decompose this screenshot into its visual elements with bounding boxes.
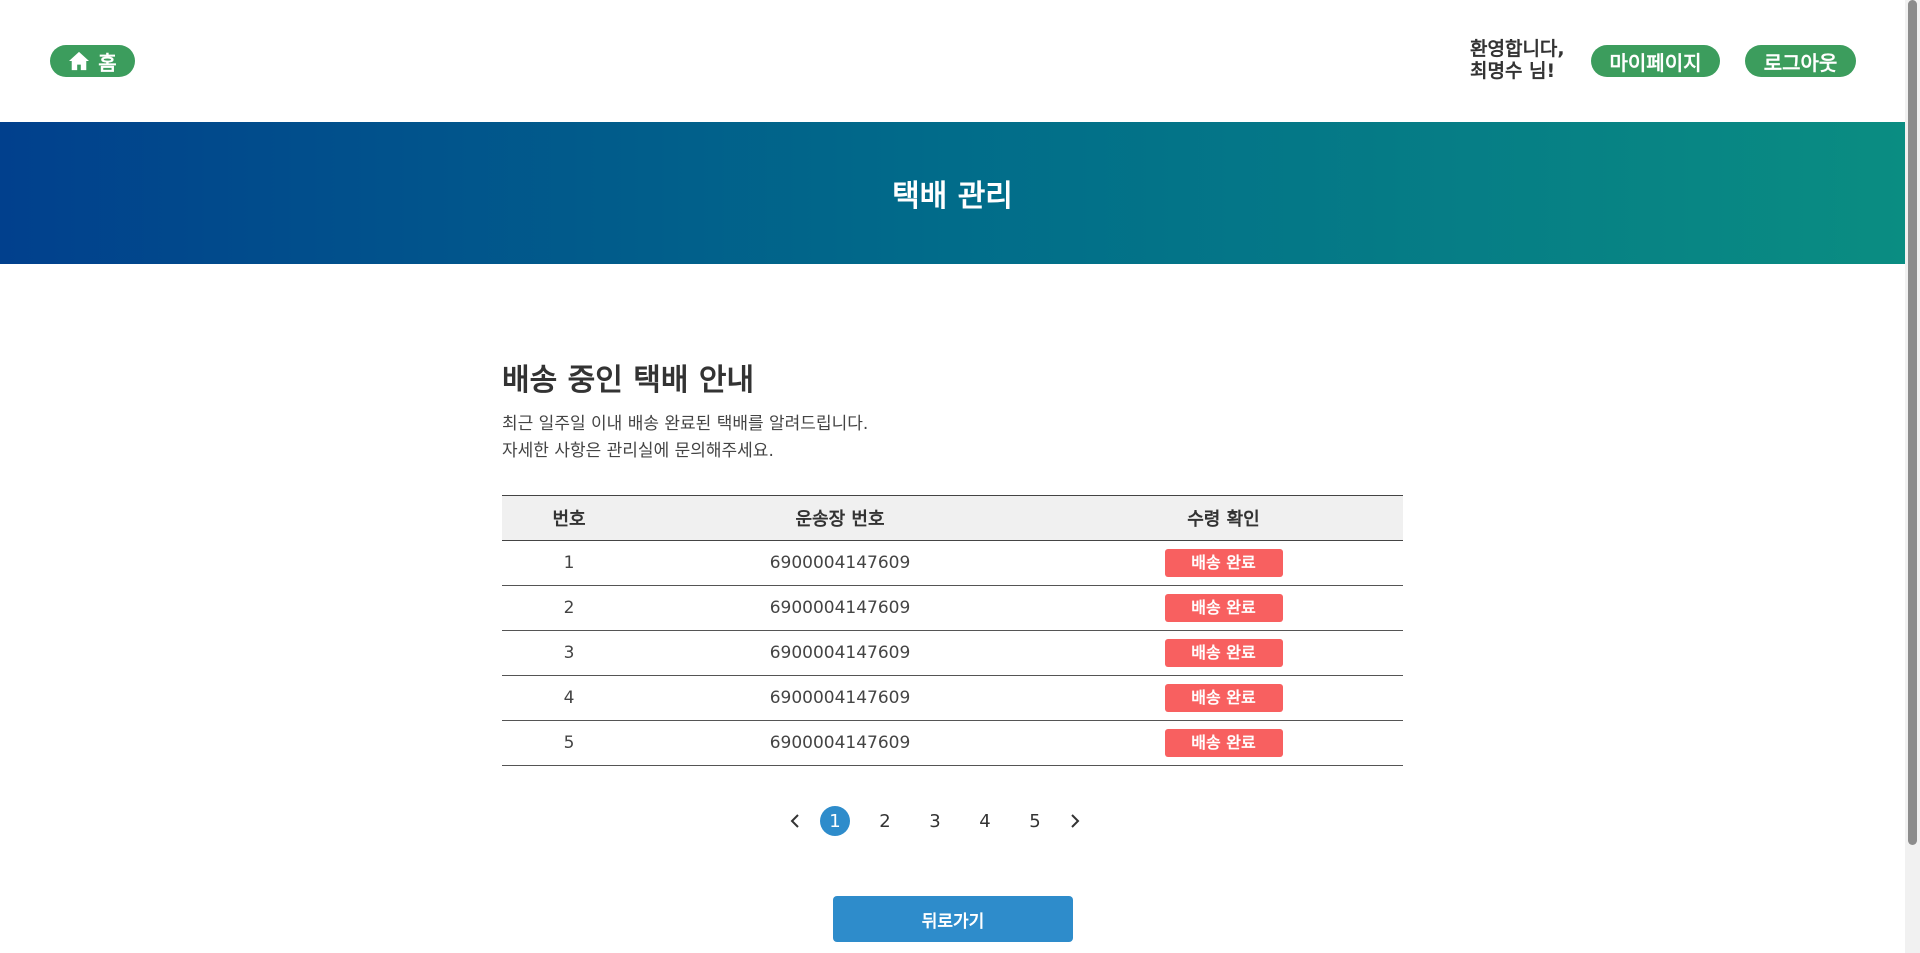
- home-label: 홈: [98, 50, 117, 75]
- welcome-line1: 환영합니다,: [1470, 38, 1565, 60]
- row-tracking: 6900004147609: [636, 675, 1044, 721]
- header-tracking: 운송장 번호: [795, 509, 885, 530]
- status-badge[interactable]: 배송 완료: [1164, 639, 1283, 667]
- scrollbar[interactable]: [1905, 0, 1920, 953]
- parcel-table: 번호 운송장 번호 수령 확인 1 6900004147609 배송 완료 2 …: [502, 495, 1403, 766]
- row-number: 5: [502, 720, 636, 766]
- pagination: 1 2 3 4 5: [780, 805, 1090, 837]
- page-title: 택배 관리: [892, 179, 1013, 214]
- scrollbar-thumb[interactable]: [1908, 0, 1917, 845]
- table-row: 1 6900004147609 배송 완료: [502, 540, 1403, 586]
- logout-button[interactable]: 로그아웃: [1745, 45, 1856, 77]
- page-4-button[interactable]: 4: [970, 806, 1000, 836]
- home-icon: [69, 51, 90, 71]
- row-tracking: 6900004147609: [636, 540, 1044, 586]
- row-tracking: 6900004147609: [636, 630, 1044, 676]
- table-row: 5 6900004147609 배송 완료: [502, 720, 1403, 766]
- table-row: 2 6900004147609 배송 완료: [502, 585, 1403, 631]
- table-row: 4 6900004147609 배송 완료: [502, 675, 1403, 721]
- page-5-button[interactable]: 5: [1020, 806, 1050, 836]
- row-number: 2: [502, 585, 636, 631]
- mypage-button[interactable]: 마이페이지: [1591, 45, 1720, 77]
- status-badge[interactable]: 배송 완료: [1164, 729, 1283, 757]
- row-tracking: 6900004147609: [636, 720, 1044, 766]
- table-header-row: 번호 운송장 번호 수령 확인: [502, 495, 1403, 541]
- page-banner: 택배 관리: [0, 122, 1905, 264]
- welcome-message: 환영합니다, 최명수 님!: [1470, 38, 1565, 82]
- chevron-right-icon: [1071, 814, 1080, 828]
- status-badge[interactable]: 배송 완료: [1164, 549, 1283, 577]
- top-bar: 홈 환영합니다, 최명수 님! 마이페이지 로그아웃: [0, 0, 1905, 122]
- home-button[interactable]: 홈: [50, 45, 135, 77]
- row-number: 4: [502, 675, 636, 721]
- row-tracking: 6900004147609: [636, 585, 1044, 631]
- description-line1: 최근 일주일 이내 배송 완료된 택배를 알려드립니다.: [502, 414, 869, 434]
- header-number: 번호: [552, 509, 586, 530]
- description-line2: 자세한 사항은 관리실에 문의해주세요.: [502, 441, 774, 461]
- welcome-line2: 최명수 님!: [1470, 60, 1556, 82]
- table-row: 3 6900004147609 배송 완료: [502, 630, 1403, 676]
- page-2-button[interactable]: 2: [870, 806, 900, 836]
- section-title: 배송 중인 택배 안내: [502, 363, 755, 398]
- status-badge[interactable]: 배송 완료: [1164, 594, 1283, 622]
- page-1-button[interactable]: 1: [820, 806, 850, 836]
- header-receipt: 수령 확인: [1187, 509, 1260, 530]
- status-badge[interactable]: 배송 완료: [1164, 684, 1283, 712]
- row-number: 1: [502, 540, 636, 586]
- prev-page-button[interactable]: [780, 805, 810, 837]
- main-content: 배송 중인 택배 안내 최근 일주일 이내 배송 완료된 택배를 알려드립니다.…: [502, 355, 1402, 465]
- page-3-button[interactable]: 3: [920, 806, 950, 836]
- chevron-left-icon: [790, 814, 799, 828]
- next-page-button[interactable]: [1060, 805, 1090, 837]
- back-button[interactable]: 뒤로가기: [833, 896, 1073, 942]
- section-description: 최근 일주일 이내 배송 완료된 택배를 알려드립니다. 자세한 사항은 관리실…: [502, 411, 1402, 465]
- row-number: 3: [502, 630, 636, 676]
